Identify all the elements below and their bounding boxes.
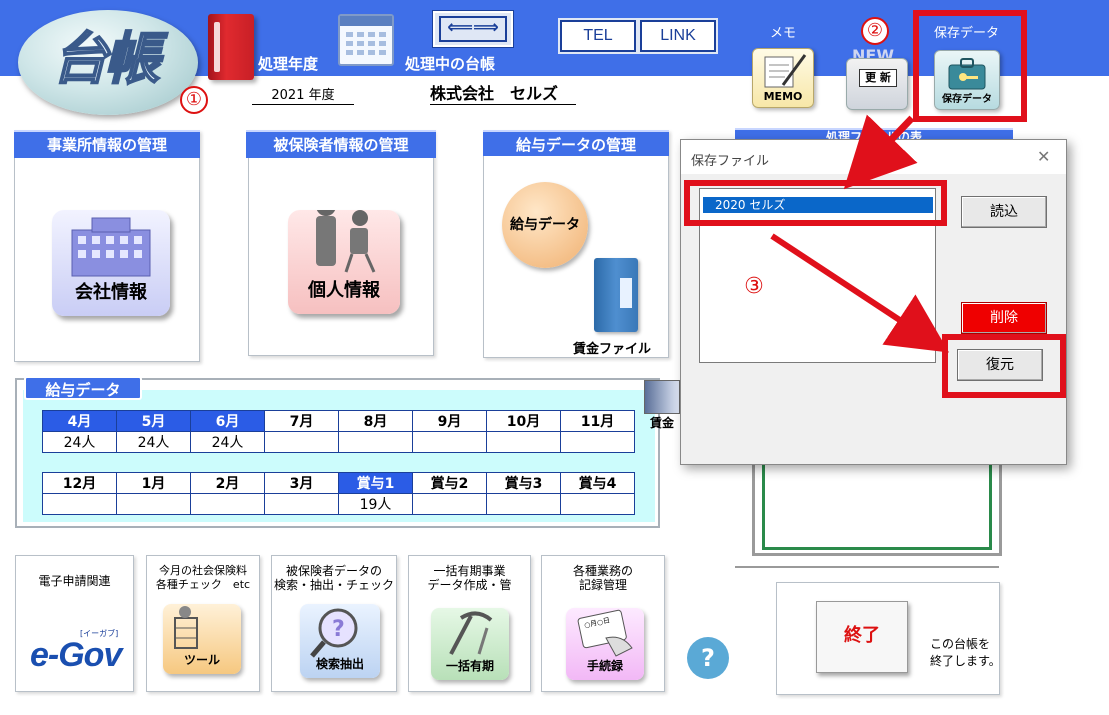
- annotation-arrows: [770, 114, 950, 353]
- arrow-to-restore: [770, 233, 950, 353]
- arrow-to-list: [843, 114, 918, 190]
